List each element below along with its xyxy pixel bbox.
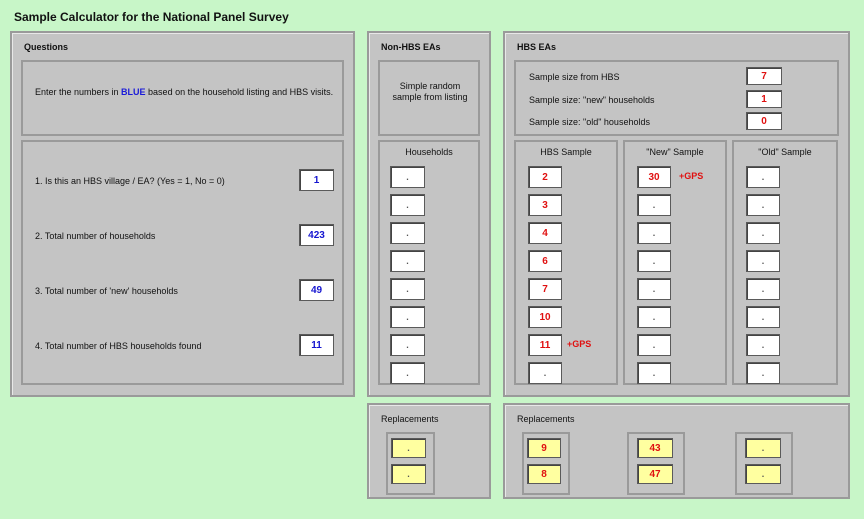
instruction-pre: Enter the numbers in [35, 87, 122, 97]
hbs-sample-cell-8: . [528, 362, 562, 384]
non-hbs-header: Non-HBS EAs [381, 42, 441, 52]
hbs-sample-cell-1: 2 [528, 166, 562, 188]
summary-old-size-label: Sample size: "old" households [529, 117, 650, 127]
summary-hbs-size-label: Sample size from HBS [529, 72, 620, 82]
old-replacements-box: .. [735, 432, 793, 495]
questions-list: 1. Is this an HBS village / EA? (Yes = 1… [21, 140, 344, 385]
new-sample-cell-7: . [637, 334, 671, 356]
new-replacement-cell-1: 43 [637, 438, 673, 458]
hbs-summary-box: Sample size from HBS 7 Sample size: "new… [514, 60, 839, 136]
new-sample-header: "New" Sample [646, 147, 704, 157]
household-cell-7: . [390, 334, 425, 356]
non-hbs-replacements-box: .. [386, 432, 435, 495]
hbs-sample-header: HBS Sample [540, 147, 592, 157]
questions-header: Questions [24, 42, 69, 52]
new-sample-cell-3: . [637, 222, 671, 244]
question-4-input[interactable]: 11 [299, 334, 334, 356]
question-1-label: 1. Is this an HBS village / EA? (Yes = 1… [35, 176, 225, 186]
summary-new-size-value: 1 [746, 90, 782, 108]
old-sample-header: "Old" Sample [758, 147, 812, 157]
hbs-sample-cell-3: 4 [528, 222, 562, 244]
hbs-sample-cell-7: 11 [528, 334, 562, 356]
non-hbs-panel: Non-HBS EAs Simple random sample from li… [367, 31, 491, 397]
page-title: Sample Calculator for the National Panel… [14, 10, 289, 24]
question-4-label: 4. Total number of HBS households found [35, 341, 202, 351]
summary-new-size-label: Sample size: "new" households [529, 95, 655, 105]
household-cell-5: . [390, 278, 425, 300]
new-replacement-cell-2: 47 [637, 464, 673, 484]
hbs-replacements-header: Replacements [517, 414, 575, 424]
new-sample-box: "New" Sample 30....... +GPS [623, 140, 727, 385]
instruction-post: based on the household listing and HBS v… [145, 87, 334, 97]
new-sample-cell-8: . [637, 362, 671, 384]
non-hbs-method-box: Simple random sample from listing [378, 60, 480, 136]
new-sample-cell-5: . [637, 278, 671, 300]
questions-panel: Questions Enter the numbers in BLUE base… [10, 31, 355, 397]
non-hbs-method: Simple random sample from listing [392, 81, 468, 102]
household-cell-8: . [390, 362, 425, 384]
old-sample-cell-5: . [746, 278, 780, 300]
summary-hbs-size-value: 7 [746, 67, 782, 85]
household-cell-1: . [390, 166, 425, 188]
household-cell-4: . [390, 250, 425, 272]
question-3-input[interactable]: 49 [299, 279, 334, 301]
old-sample-cell-2: . [746, 194, 780, 216]
instruction-text: Enter the numbers in BLUE based on the h… [35, 87, 335, 98]
old-sample-cell-8: . [746, 362, 780, 384]
new-sample-gps-label: +GPS [679, 171, 704, 181]
new-sample-cell-4: . [637, 250, 671, 272]
household-cell-3: . [390, 222, 425, 244]
hbs-sample-cell-6: 10 [528, 306, 562, 328]
question-2-label: 2. Total number of households [35, 231, 156, 241]
old-sample-cell-3: . [746, 222, 780, 244]
hbs-sample-box: HBS Sample 2 3 4 6 7 10 11. +GPS [514, 140, 618, 385]
new-replacements-box: 43 47 [627, 432, 685, 495]
hbs-sample-cell-2: 3 [528, 194, 562, 216]
question-3-label: 3. Total number of 'new' households [35, 286, 178, 296]
hbs-panel: HBS EAs Sample size from HBS 7 Sample si… [503, 31, 850, 397]
non-hbs-replacement-cell-1: . [391, 438, 426, 458]
non-hbs-households-box: Households ........ [378, 140, 480, 385]
instruction-blue-word: BLUE [121, 87, 146, 97]
hbs-header: HBS EAs [517, 42, 557, 52]
new-sample-cell-6: . [637, 306, 671, 328]
non-hbs-replacements-header: Replacements [381, 414, 439, 424]
old-sample-cell-7: . [746, 334, 780, 356]
old-sample-cell-1: . [746, 166, 780, 188]
households-header: Households [405, 147, 453, 157]
question-2-input[interactable]: 423 [299, 224, 334, 246]
hbs-sample-cell-4: 6 [528, 250, 562, 272]
summary-old-size-value: 0 [746, 112, 782, 130]
hbs-sample-gps-label: +GPS [567, 339, 592, 349]
household-cell-2: . [390, 194, 425, 216]
hbs-sample-cell-5: 7 [528, 278, 562, 300]
non-hbs-replacement-cell-2: . [391, 464, 426, 484]
old-sample-box: "Old" Sample ........ [732, 140, 838, 385]
hbs-replacement-cell-1: 9 [527, 438, 561, 458]
hbs-replacements-panel: Replacements 98 43 47 .. [503, 403, 850, 499]
old-replacement-cell-1: . [745, 438, 781, 458]
old-sample-cell-6: . [746, 306, 780, 328]
question-1-input[interactable]: 1 [299, 169, 334, 191]
new-sample-cell-1: 30 [637, 166, 671, 188]
old-replacement-cell-2: . [745, 464, 781, 484]
non-hbs-replacements-panel: Replacements .. [367, 403, 491, 499]
hbs-replacement-cell-2: 8 [527, 464, 561, 484]
old-sample-cell-4: . [746, 250, 780, 272]
household-cell-6: . [390, 306, 425, 328]
hbs-replacements-box: 98 [522, 432, 570, 495]
instruction-box: Enter the numbers in BLUE based on the h… [21, 60, 344, 136]
new-sample-cell-2: . [637, 194, 671, 216]
